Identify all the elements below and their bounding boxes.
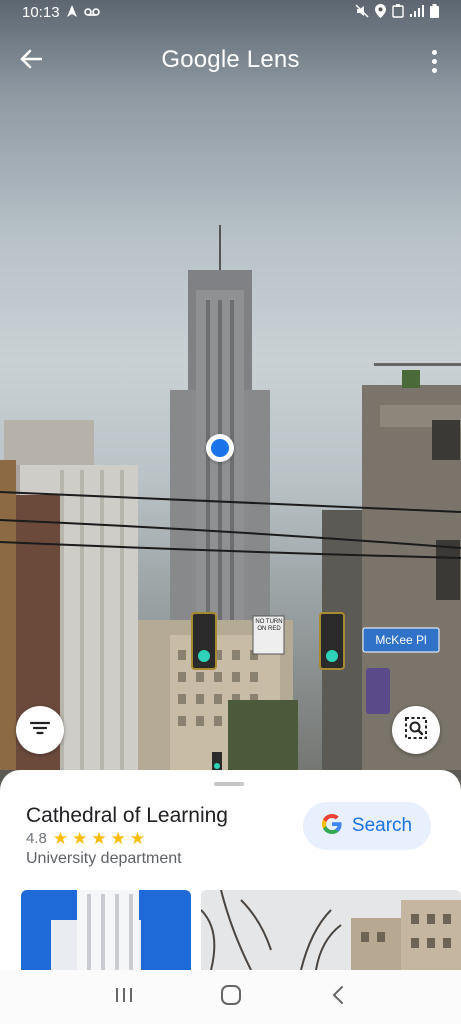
signal-icon <box>410 4 424 20</box>
status-bar: 10:13 <box>0 0 461 24</box>
star-icon: ★ <box>129 829 146 848</box>
no-turn-sign: NO TURN ON RED <box>255 619 283 632</box>
wifi-icon <box>392 3 404 21</box>
recents-icon <box>114 986 134 1009</box>
star-icon: ★ <box>110 829 126 848</box>
home-icon <box>220 984 242 1011</box>
recents-button[interactable] <box>104 977 144 1017</box>
search-button-label: Search <box>351 815 413 836</box>
top-app-bar: Google Lens <box>0 36 461 84</box>
system-nav-bar <box>0 970 461 1024</box>
rating-row: 4.8 ★ ★ ★ ★ ★ <box>26 830 145 847</box>
image-result-thumbnail[interactable] <box>21 890 191 970</box>
image-results <box>21 890 461 970</box>
rating-value: 4.8 <box>26 830 47 847</box>
sheet-drag-handle[interactable] <box>214 782 244 786</box>
scene-illustration <box>0 225 461 800</box>
camera-view[interactable]: NO TURN ON RED McKee Pl <box>0 0 461 800</box>
dot-inner <box>211 439 229 457</box>
location-icon <box>375 3 386 21</box>
filter-icon <box>29 720 51 741</box>
home-button[interactable] <box>211 977 251 1017</box>
select-region-icon <box>404 716 428 745</box>
star-icon: ★ <box>72 829 88 848</box>
page-title: Google Lens <box>161 46 300 73</box>
selected-object-dot[interactable] <box>206 434 234 462</box>
status-time: 10:13 <box>22 3 60 21</box>
result-category: University department <box>26 850 182 867</box>
star-icon: ★ <box>91 829 107 848</box>
navigation-icon <box>66 4 78 21</box>
select-region-button[interactable] <box>392 706 440 754</box>
street-sign: McKee Pl <box>375 633 427 647</box>
image-result-thumbnail[interactable] <box>201 890 461 970</box>
search-button[interactable]: Search <box>303 802 431 850</box>
mute-icon <box>355 3 369 21</box>
star-icon: ★ <box>52 829 69 848</box>
result-sheet[interactable]: Cathedral of Learning 4.8 ★ ★ ★ ★ ★ Univ… <box>0 770 461 970</box>
google-g-icon <box>321 813 342 839</box>
nav-back-button[interactable] <box>318 977 358 1017</box>
battery-icon <box>430 3 439 21</box>
more-options-button[interactable] <box>427 46 441 76</box>
back-icon <box>331 985 345 1010</box>
result-title: Cathedral of Learning <box>26 804 228 827</box>
voicemail-icon <box>83 4 100 21</box>
more-vert-icon <box>431 49 437 55</box>
filter-button[interactable] <box>16 706 64 754</box>
